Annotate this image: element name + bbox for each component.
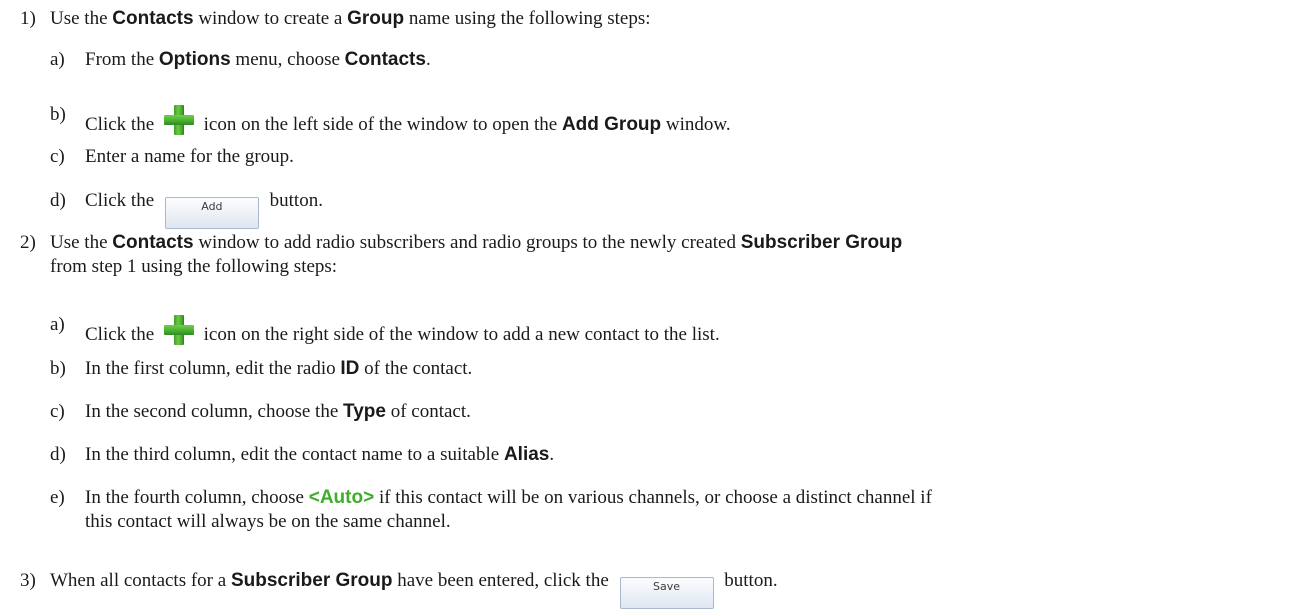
substep-text: Click the icon on the left side of the w… (85, 104, 731, 136)
green-plus-icon (163, 314, 195, 346)
substep-number: d) (50, 444, 66, 465)
step-number: 1) (20, 8, 36, 29)
substep-text: Enter a name for the group. (85, 146, 294, 167)
step-text: When all contacts for a Subscriber Group… (50, 570, 778, 609)
substep-text: From the Options menu, choose Contacts. (85, 49, 431, 70)
substep-text: In the first column, edit the radio ID o… (85, 358, 473, 379)
step-text-continued: from step 1 using the following steps: (50, 256, 338, 277)
substep-number: d) (50, 190, 66, 211)
save-button: Save (619, 577, 714, 609)
substep-number: a) (50, 314, 65, 335)
step-text: Use the Contacts window to add radio sub… (50, 232, 903, 253)
add-button: Add (164, 197, 259, 229)
substep-text: In the second column, choose the Type of… (85, 401, 471, 422)
substep-text: Click the Add button. (85, 190, 323, 229)
substep-number: b) (50, 104, 66, 125)
step-text: Use the Contacts window to create a Grou… (50, 8, 651, 29)
green-plus-icon (163, 104, 195, 136)
substep-number: e) (50, 487, 65, 508)
substep-text: In the fourth column, choose <Auto> if t… (85, 487, 932, 508)
substep-number: c) (50, 146, 65, 167)
auto-option-label: <Auto> (308, 487, 375, 508)
step-number: 3) (20, 570, 36, 591)
substep-number: c) (50, 401, 65, 422)
substep-text-continued: this contact will always be on the same … (85, 511, 451, 532)
substep-text: In the third column, edit the contact na… (85, 444, 555, 465)
substep-text: Click the icon on the right side of the … (85, 314, 720, 346)
substep-number: b) (50, 358, 66, 379)
substep-number: a) (50, 49, 65, 70)
step-number: 2) (20, 232, 36, 253)
